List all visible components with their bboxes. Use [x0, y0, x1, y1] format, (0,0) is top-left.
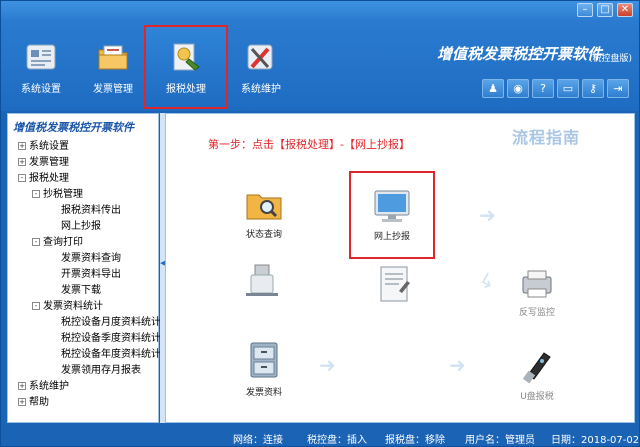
node-reverse-write-monitor[interactable]: 反写监控	[513, 269, 561, 318]
tree-item-monthly-statistics[interactable]: 税控设备月度资料统计	[61, 316, 161, 329]
monitor-icon	[372, 189, 412, 223]
toolbar-tax-filing[interactable]: 报税处理	[154, 41, 218, 105]
maximize-button[interactable]: □	[597, 3, 613, 17]
system-settings-icon	[24, 41, 58, 73]
node-usb-drive	[241, 263, 285, 297]
toolbar-label: 发票管理	[93, 84, 133, 95]
flow-arrow-icon: ➜	[449, 353, 466, 377]
status-network: 网络：连接	[233, 435, 283, 446]
guide-title: 流程指南	[512, 128, 581, 147]
tree-item-system-settings[interactable]: + 系统设置	[18, 140, 69, 153]
app-title: 增值税发票税控开票软件	[437, 45, 603, 63]
tools-icon	[244, 41, 278, 73]
user-icon[interactable]: ♟	[482, 79, 504, 98]
folder-search-icon	[245, 187, 283, 221]
status-bar: 网络：连接 税控盘：插入 报税盘：移除 用户名：管理员 日期：2018-07-0…	[1, 426, 640, 447]
tree-item-system-maintenance[interactable]: + 系统维护	[18, 380, 69, 393]
node-document	[373, 265, 417, 305]
document-icon	[377, 265, 413, 305]
tree-item-quarterly-statistics[interactable]: 税控设备季度资料统计	[61, 332, 161, 345]
flow-arrow-icon: ➜	[319, 353, 336, 377]
tree-item-copy-tax-management[interactable]: - 抄税管理	[32, 188, 83, 201]
tree-item-filing-data-export[interactable]: 报税资料传出	[61, 204, 121, 217]
toolbar-label: 系统维护	[241, 84, 281, 95]
expand-icon[interactable]: +	[18, 158, 26, 166]
close-button[interactable]: ✕	[617, 3, 633, 17]
flow-arrow-icon: ➜	[479, 203, 496, 227]
exit-icon[interactable]: ⇥	[607, 79, 629, 98]
status-tax-disk: 税控盘：插入	[307, 435, 367, 446]
usb-key-icon	[520, 347, 554, 384]
window-icon[interactable]: ▭	[557, 79, 579, 98]
tree-item-online-copy-report[interactable]: 网上抄报	[61, 220, 101, 233]
tree-item-invoice-query[interactable]: 发票资料查询	[61, 252, 121, 265]
collapse-icon[interactable]: -	[32, 238, 40, 246]
tree-item-query-print[interactable]: - 查询打印	[32, 236, 83, 249]
tree-item-invoice-export[interactable]: 开票资料导出	[61, 268, 121, 281]
toolbar-system-settings[interactable]: 系统设置	[9, 41, 73, 105]
collapse-icon[interactable]: -	[32, 302, 40, 310]
step-instruction: 第一步：点击【报税处理】-【网上抄报】	[208, 138, 410, 151]
tree-item-monthly-inventory-report[interactable]: 发票领用存月报表	[61, 364, 141, 377]
toolbar-invoice-management[interactable]: 发票管理	[81, 41, 145, 105]
tax-filing-icon	[169, 41, 203, 73]
invoice-folder-icon	[96, 41, 130, 73]
toolbar-label: 报税处理	[166, 84, 206, 95]
printer-icon	[520, 269, 554, 299]
help-icon[interactable]: ?	[532, 79, 554, 98]
usb-drive-icon	[243, 263, 283, 297]
tree-item-invoice-download[interactable]: 发票下载	[61, 284, 101, 297]
node-online-copy-report[interactable]: 网上抄报	[364, 189, 420, 242]
tree-item-invoice-statistics[interactable]: - 发票资料统计	[32, 300, 103, 313]
tree-item-tax-filing[interactable]: - 报税处理	[18, 172, 69, 185]
expand-icon[interactable]: +	[18, 142, 26, 150]
minimize-button[interactable]: –	[577, 3, 593, 17]
expand-icon[interactable]: +	[18, 382, 26, 390]
sidebar-title: 增值税发票税控开票软件	[13, 121, 134, 134]
globe-icon[interactable]: ◉	[507, 79, 529, 98]
status-user: 用户名：管理员	[465, 435, 535, 446]
status-date: 日期：2018-07-02	[551, 435, 640, 446]
node-status-query[interactable]: 状态查询	[239, 187, 289, 240]
collapse-icon[interactable]: -	[32, 190, 40, 198]
tree-item-invoice-management[interactable]: + 发票管理	[18, 156, 69, 169]
node-usb-tax-filing[interactable]: U盘报税	[513, 347, 561, 402]
node-invoice-data[interactable]: 发票资料	[239, 341, 289, 398]
file-cabinet-icon	[247, 341, 281, 379]
tree-item-help[interactable]: + 帮助	[18, 396, 49, 409]
toolbar-label: 系统设置	[21, 84, 61, 95]
key-icon[interactable]: ⚷	[582, 79, 604, 98]
app-window: – □ ✕ 系统设置 发票管理 报税处理 系统维护 增值税发票税控开票软件 (税…	[0, 0, 640, 447]
toolbar-system-maintenance[interactable]: 系统维护	[229, 41, 293, 105]
expand-icon[interactable]: +	[18, 398, 26, 406]
collapse-icon[interactable]: -	[18, 174, 26, 182]
app-subtitle: (税控盘版)	[589, 54, 633, 64]
status-filing-disk: 报税盘：移除	[385, 435, 445, 446]
tree-item-yearly-statistics[interactable]: 税控设备年度资料统计	[61, 348, 161, 361]
